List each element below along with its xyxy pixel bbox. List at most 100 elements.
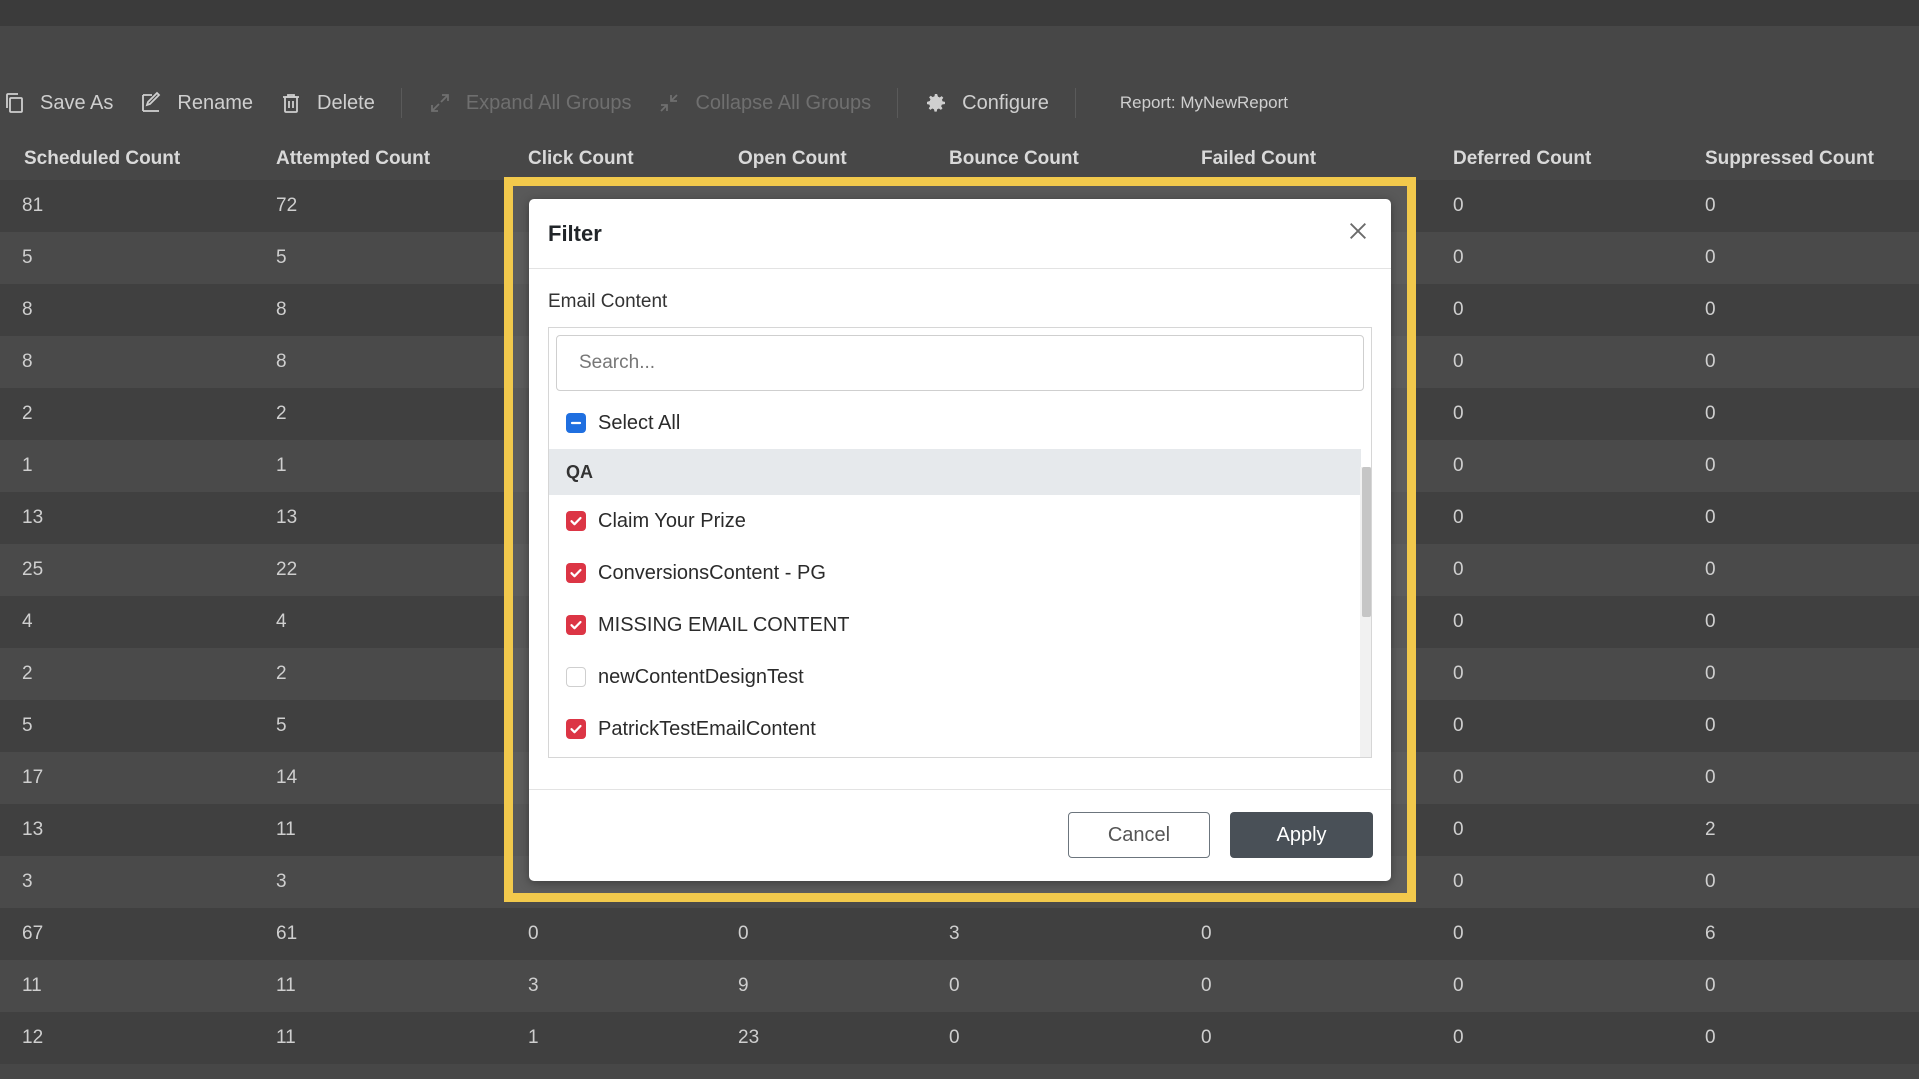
minus-icon	[570, 421, 582, 425]
table-cell: 5	[276, 715, 287, 736]
table-cell: 1	[22, 455, 33, 476]
table-cell: 3	[276, 871, 287, 892]
email-content-list: Select All QA Claim Your Prize Conversion…	[548, 327, 1372, 758]
column-header[interactable]: Open Count	[714, 148, 925, 170]
option-label: PatrickTestEmailContent	[598, 717, 816, 740]
table-cell: 0	[1705, 559, 1716, 580]
table-row[interactable]: 12 11 1 23 0 0 0 0	[0, 1012, 1919, 1064]
select-all-label: Select All	[598, 411, 681, 434]
table-cell: 11	[276, 1027, 296, 1048]
rename-button[interactable]: Rename	[139, 91, 253, 115]
option-checkbox[interactable]	[566, 511, 586, 531]
select-all-option[interactable]: Select All	[549, 397, 1371, 449]
option-label: MISSING EMAIL CONTENT	[598, 613, 850, 636]
table-cell: 0	[1453, 611, 1464, 632]
configure-button[interactable]: Configure	[924, 91, 1049, 115]
table-cell: 0	[1453, 299, 1464, 320]
dialog-header: Filter	[529, 199, 1391, 269]
table-cell: 14	[276, 767, 298, 788]
table-cell: 0	[1705, 975, 1716, 996]
table-cell: 0	[1453, 871, 1464, 892]
table-cell: 0	[1705, 715, 1716, 736]
table-cell: 2	[22, 663, 33, 684]
table-cell: 5	[276, 247, 287, 268]
cancel-button[interactable]: Cancel	[1068, 812, 1210, 858]
table-cell: 8	[22, 299, 33, 320]
delete-label: Delete	[317, 91, 375, 114]
apply-button[interactable]: Apply	[1230, 812, 1373, 858]
report-name: Report: MyNewReport	[1119, 93, 1289, 112]
table-cell: 2	[276, 663, 287, 684]
table-header: Scheduled Count Attempted Count Click Coun…	[0, 138, 1919, 180]
table-cell: 0	[1453, 819, 1464, 840]
table-cell: 3	[949, 923, 960, 944]
search-input[interactable]	[556, 335, 1364, 391]
list-item[interactable]: ConversionsContent - PG	[549, 547, 1371, 599]
scrollbar[interactable]	[1360, 467, 1371, 757]
table-cell: 0	[1453, 507, 1464, 528]
table-cell: 0	[1705, 663, 1716, 684]
table-cell: 13	[276, 507, 298, 528]
column-header[interactable]: Deferred Count	[1429, 148, 1681, 170]
table-cell: 2	[276, 403, 287, 424]
option-checkbox[interactable]	[566, 667, 586, 687]
list-item[interactable]: Claim Your Prize	[549, 495, 1371, 547]
delete-button[interactable]: Delete	[279, 91, 375, 115]
toolbar-divider	[897, 88, 899, 118]
table-cell: 0	[1453, 247, 1464, 268]
table-cell: 0	[1705, 299, 1716, 320]
table-cell: 0	[1705, 351, 1716, 372]
table-cell: 81	[22, 195, 44, 216]
table-cell: 0	[1705, 403, 1716, 424]
configure-label: Configure	[962, 91, 1049, 114]
expand-all-groups-button[interactable]: Expand All Groups	[428, 91, 632, 115]
select-all-checkbox[interactable]	[566, 413, 586, 433]
table-cell: 61	[276, 923, 298, 944]
expand-all-label: Expand All Groups	[465, 91, 632, 114]
option-checkbox[interactable]	[566, 615, 586, 635]
table-cell: 0	[1453, 975, 1464, 996]
column-header[interactable]: Scheduled Count	[0, 148, 252, 170]
dialog-body: Email Content Select All QA Claim Your P…	[529, 269, 1391, 790]
table-cell: 22	[276, 559, 298, 580]
column-header[interactable]: Failed Count	[1177, 148, 1429, 170]
column-header[interactable]: Attempted Count	[252, 148, 504, 170]
table-row[interactable]: 11 11 3 9 0 0 0 0	[0, 960, 1919, 1012]
edit-icon	[142, 91, 161, 112]
list-item[interactable]: PatrickTestEmailContent	[549, 703, 1371, 755]
table-cell: 6	[1705, 923, 1716, 944]
save-as-button[interactable]: Save As	[2, 91, 113, 115]
table-cell: 3	[22, 871, 33, 892]
column-header[interactable]: Suppressed Count	[1681, 148, 1919, 170]
collapse-all-groups-button[interactable]: Collapse All Groups	[657, 91, 871, 115]
list-item[interactable]: MISSING EMAIL CONTENT	[549, 599, 1371, 651]
table-cell: 67	[22, 923, 44, 944]
table-cell: 8	[276, 299, 287, 320]
table-cell: 72	[276, 195, 298, 216]
table-cell: 0	[1453, 351, 1464, 372]
table-cell: 0	[1453, 559, 1464, 580]
filter-dialog: Filter Email Content Select All QA Claim…	[529, 199, 1391, 881]
table-cell: 4	[22, 611, 33, 632]
table-cell: 13	[22, 507, 44, 528]
group-header-qa: QA	[549, 449, 1361, 495]
save-as-label: Save As	[40, 91, 114, 114]
table-cell: 0	[1201, 1027, 1212, 1048]
option-label: ConversionsContent - PG	[598, 561, 826, 584]
option-list: Claim Your Prize ConversionsContent - PG M…	[549, 495, 1371, 755]
table-cell: 8	[22, 351, 33, 372]
top-bar	[0, 0, 1919, 26]
table-cell: 3	[528, 975, 539, 996]
scrollbar-thumb[interactable]	[1362, 467, 1371, 617]
table-row[interactable]: 67 61 0 0 3 0 0 6	[0, 908, 1919, 960]
table-cell: 25	[22, 559, 44, 580]
list-item[interactable]: newContentDesignTest	[549, 651, 1371, 703]
option-checkbox[interactable]	[566, 719, 586, 739]
column-header[interactable]: Click Count	[504, 148, 714, 170]
table-cell: 4	[276, 611, 287, 632]
column-header[interactable]: Bounce Count	[925, 148, 1177, 170]
trash-icon	[283, 94, 299, 113]
check-icon	[570, 620, 582, 630]
close-button[interactable]	[1343, 216, 1373, 246]
option-checkbox[interactable]	[566, 563, 586, 583]
